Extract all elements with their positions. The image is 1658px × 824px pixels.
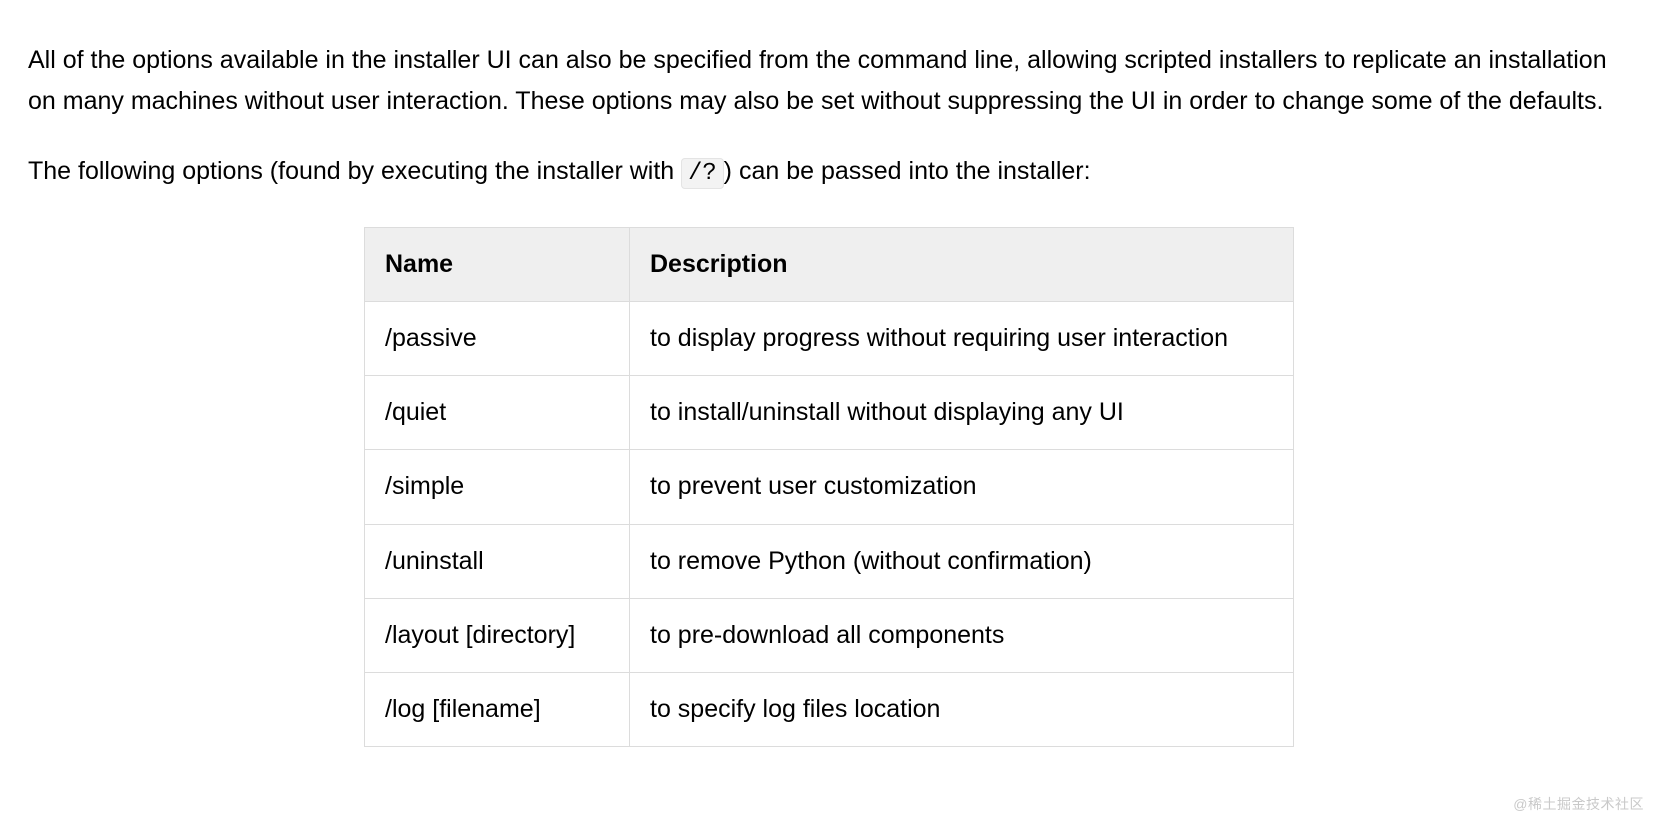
- intro-p2-after: ) can be passed into the installer:: [724, 157, 1091, 185]
- option-name: /uninstall: [365, 524, 630, 598]
- option-name: /simple: [365, 450, 630, 524]
- option-description: to specify log files location: [630, 673, 1294, 747]
- help-flag-code: /?: [681, 158, 724, 189]
- option-name: /layout [directory]: [365, 598, 630, 672]
- table-row: /uninstall to remove Python (without con…: [365, 524, 1294, 598]
- table-row: /simple to prevent user customization: [365, 450, 1294, 524]
- table-row: /log [filename] to specify log files loc…: [365, 673, 1294, 747]
- header-name: Name: [365, 227, 630, 301]
- option-description: to install/uninstall without displaying …: [630, 376, 1294, 450]
- option-name: /log [filename]: [365, 673, 630, 747]
- table-row: /quiet to install/uninstall without disp…: [365, 376, 1294, 450]
- option-description: to pre-download all components: [630, 598, 1294, 672]
- intro-paragraph-1: All of the options available in the inst…: [28, 40, 1630, 123]
- option-description: to display progress without requiring us…: [630, 301, 1294, 375]
- header-description: Description: [630, 227, 1294, 301]
- intro-p2-before: The following options (found by executin…: [28, 157, 681, 185]
- watermark-text: @稀土掘金技术社区: [1513, 793, 1644, 816]
- option-description: to remove Python (without confirmation): [630, 524, 1294, 598]
- option-name: /passive: [365, 301, 630, 375]
- table-row: /passive to display progress without req…: [365, 301, 1294, 375]
- table-header-row: Name Description: [365, 227, 1294, 301]
- option-name: /quiet: [365, 376, 630, 450]
- option-description: to prevent user customization: [630, 450, 1294, 524]
- options-table: Name Description /passive to display pro…: [364, 227, 1294, 748]
- table-row: /layout [directory] to pre-download all …: [365, 598, 1294, 672]
- options-table-wrap: Name Description /passive to display pro…: [28, 227, 1630, 748]
- intro-paragraph-2: The following options (found by executin…: [28, 151, 1630, 193]
